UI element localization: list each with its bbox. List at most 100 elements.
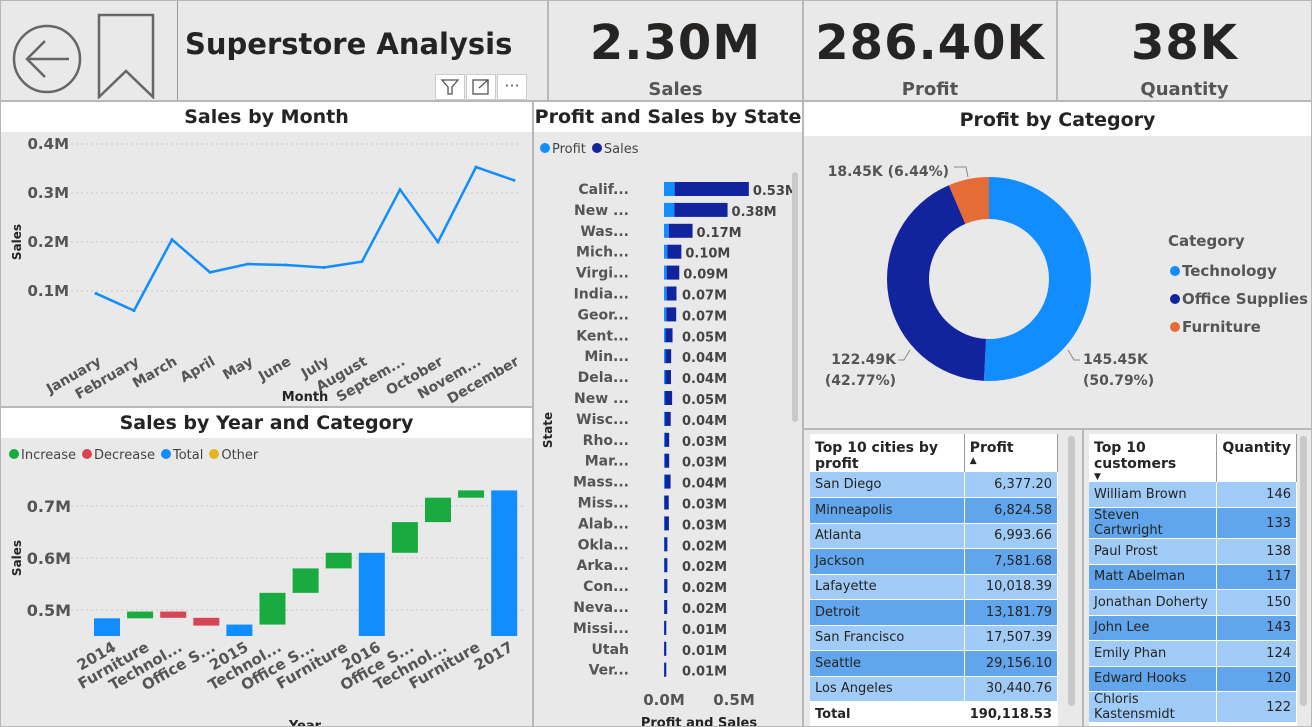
- y-tick-label: Rho...: [583, 433, 629, 449]
- cities-header-profit[interactable]: Profit ▲: [964, 434, 1059, 472]
- sales-line: [95, 165, 515, 313]
- customer-row[interactable]: John Lee 143: [1089, 615, 1297, 641]
- city-row[interactable]: Atlanta 6,993.66: [810, 523, 1059, 549]
- profit-bar: [664, 307, 667, 322]
- legend-item-office-supplies[interactable]: Office Supplies: [1170, 285, 1308, 313]
- legend-item-furniture[interactable]: Furniture: [1170, 313, 1308, 341]
- customer-row[interactable]: Jonathan Doherty 150: [1089, 589, 1297, 616]
- state-panel[interactable]: Profit and Sales by State Profit Sales C…: [533, 101, 803, 727]
- table-cell-value: 117: [1216, 564, 1297, 590]
- customer-row[interactable]: William Brown 146: [1089, 482, 1297, 508]
- filter-icon[interactable]: [435, 74, 465, 100]
- y-tick-label: Geor...: [578, 307, 629, 323]
- customer-row[interactable]: Paul Prost 138: [1089, 538, 1297, 565]
- profit-bar: [664, 286, 667, 301]
- data-point: [170, 238, 174, 242]
- y-tick-label: Con...: [583, 579, 629, 595]
- back-arrow-icon[interactable]: [11, 23, 83, 95]
- x-axis-label: Year: [288, 719, 322, 727]
- sales-card-value: 2.30M: [589, 15, 762, 71]
- table-cell-name: William Brown: [1089, 482, 1218, 508]
- y-tick-label: Dela...: [578, 370, 629, 386]
- customer-row[interactable]: Chloris Kastensmidt 122: [1089, 691, 1297, 723]
- sales-by-year-panel[interactable]: Sales by Year and Category Increase Decr…: [0, 407, 533, 727]
- cities-table[interactable]: Top 10 cities by profit Profit ▲ San Dieg…: [810, 434, 1059, 726]
- waterfall-bar: [325, 552, 352, 569]
- category-panel[interactable]: Profit by Category 18.45K (6.44%) 122.49K…: [803, 101, 1312, 429]
- table-cell-name: Atlanta: [810, 523, 965, 549]
- x-axis-label: Profit and Sales: [641, 716, 758, 727]
- waterfall-bar: [160, 611, 187, 618]
- table-cell-name: Emily Phan: [1089, 640, 1218, 667]
- y-tick-label: Mich...: [576, 245, 629, 261]
- customers-table[interactable]: Top 10 customers ▼ Quantity William Brown…: [1089, 434, 1297, 726]
- more-options-icon[interactable]: ···: [497, 74, 527, 100]
- data-label: 0.05M: [682, 330, 727, 345]
- legend-item-technology[interactable]: Technology: [1170, 257, 1308, 285]
- legend-item-increase[interactable]: Increase: [9, 448, 76, 463]
- city-row[interactable]: Detroit 13,181.79: [810, 599, 1059, 626]
- data-label: 0.05M: [682, 393, 727, 408]
- customer-row[interactable]: Steven Cartwright 133: [1089, 507, 1297, 539]
- table-cell-value: 6,824.58: [964, 497, 1059, 524]
- state-chart[interactable]: Calif... 0.53MNew ... 0.38MWas... 0.17MMich…: [534, 162, 803, 727]
- data-point: [360, 260, 364, 264]
- city-row[interactable]: Minneapolis 6,824.58: [810, 497, 1059, 524]
- data-label: 0.04M: [682, 477, 727, 492]
- city-row[interactable]: Los Angeles 30,440.76: [810, 676, 1059, 702]
- city-row[interactable]: Lafayette 10,018.39: [810, 574, 1059, 600]
- profit-bar: [664, 265, 667, 280]
- state-legend: Profit Sales: [540, 142, 639, 157]
- customers-scrollbar[interactable]: [1300, 436, 1307, 706]
- y-tick-label: New ...: [574, 391, 629, 407]
- state-title: Profit and Sales by State: [534, 102, 802, 132]
- city-row[interactable]: Jackson 7,581.68: [810, 548, 1059, 575]
- cities-scrollbar[interactable]: [1068, 436, 1075, 706]
- customer-row[interactable]: Matt Abelman 117: [1089, 564, 1297, 590]
- data-label: 0.02M: [682, 602, 727, 617]
- sales-bar: [674, 182, 749, 196]
- customers-header-name[interactable]: Top 10 customers ▼: [1089, 434, 1218, 482]
- bookmark-icon[interactable]: [97, 13, 155, 99]
- sales-bar: [664, 558, 668, 573]
- legend-item-profit[interactable]: Profit: [540, 142, 586, 157]
- sales-bar: [665, 391, 673, 405]
- legend-item-other[interactable]: Other: [209, 448, 258, 463]
- data-point: [398, 188, 402, 192]
- data-label: 0.01M: [682, 623, 727, 638]
- city-row[interactable]: San Francisco 17,507.39: [810, 625, 1059, 651]
- data-point: [246, 262, 250, 266]
- sales-bar: [664, 641, 667, 656]
- data-label: 0.17M: [697, 226, 742, 241]
- sales-by-month-chart[interactable]: 0.1M0.2M0.3M0.4MJanuaryFebruaryMarchApri…: [1, 132, 533, 407]
- city-row[interactable]: Seattle 29,156.10: [810, 650, 1059, 677]
- profit-card-value: 286.40K: [815, 15, 1045, 71]
- city-row[interactable]: San Diego 6,377.20: [810, 472, 1059, 498]
- cities-header-city[interactable]: Top 10 cities by profit: [810, 434, 965, 472]
- x-tick-label: April: [178, 354, 218, 387]
- sales-bar: [664, 620, 667, 635]
- sales-by-year-chart[interactable]: 0.5M0.6M0.7M2014FurnitureTechnol...Offic…: [1, 468, 533, 727]
- category-title: Profit by Category: [804, 102, 1311, 136]
- customers-header-quantity[interactable]: Quantity: [1216, 434, 1297, 482]
- data-point: [132, 309, 136, 313]
- sort-ascending-icon: ▲: [969, 456, 977, 466]
- legend-item-decrease[interactable]: Decrease: [82, 448, 155, 463]
- total-label: Total: [1089, 722, 1218, 726]
- profit-bar: [664, 244, 668, 259]
- table-cell-value: 29,156.10: [964, 650, 1059, 677]
- customer-row[interactable]: Edward Hooks 120: [1089, 666, 1297, 692]
- sales-bar: [674, 202, 728, 217]
- sales-bar: [664, 600, 668, 614]
- x-axis-label: Month: [282, 390, 329, 405]
- table-cell-value: 146: [1216, 482, 1297, 508]
- sales-by-month-panel[interactable]: Sales by Month 0.1M 0.2M 0.3M 0.4M January Fe…: [0, 101, 533, 407]
- legend-item-sales[interactable]: Sales: [591, 142, 639, 157]
- legend-item-total[interactable]: Total: [160, 448, 203, 463]
- customer-row[interactable]: Emily Phan 124: [1089, 640, 1297, 667]
- state-scrollbar[interactable]: [792, 172, 798, 422]
- table-cell-name: John Lee: [1089, 615, 1218, 641]
- sales-by-year-legend: Increase Decrease Total Other: [9, 448, 258, 463]
- focus-mode-icon[interactable]: [466, 74, 496, 100]
- total-value: 190,118.53: [964, 701, 1059, 726]
